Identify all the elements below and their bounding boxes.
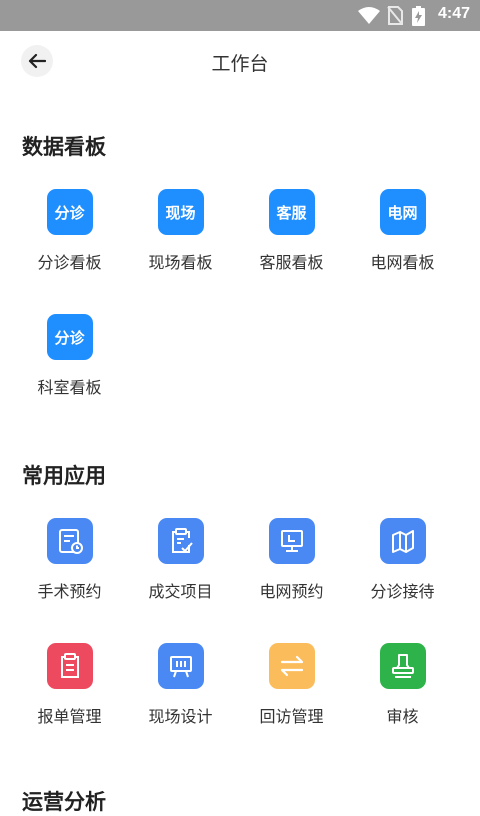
- stamp-icon: [379, 643, 426, 689]
- section-title-dashboard: 数据看板: [22, 135, 106, 159]
- dashboard-item-onsite[interactable]: 现场 现场看板: [125, 189, 236, 273]
- status-time: 4:47: [437, 5, 470, 22]
- dashboard-item-label: 分诊看板: [37, 253, 102, 272]
- swap-arrows-icon: [268, 643, 315, 689]
- app-onsite-design[interactable]: 现场设计: [125, 643, 236, 727]
- dashboard-item-network[interactable]: 电网 电网看板: [347, 189, 458, 273]
- app-label: 成交项目: [148, 582, 213, 601]
- app-label: 分诊接待: [370, 582, 435, 601]
- app-review[interactable]: 审核: [347, 643, 458, 727]
- dashboard-item-customer-service[interactable]: 客服 客服看板: [236, 189, 347, 273]
- app-label: 手术预约: [37, 582, 102, 601]
- app-surgery-appointment[interactable]: 手术预约: [14, 518, 125, 602]
- section-title-common-apps: 常用应用: [22, 464, 106, 488]
- page-title: 工作台: [211, 53, 269, 75]
- customer-service-tile-icon: 客服: [268, 189, 315, 235]
- calendar-clock-icon: [46, 518, 93, 564]
- header: 工作台: [0, 31, 480, 91]
- triage-tile-icon: 分诊: [46, 189, 93, 235]
- monitor-icon: [268, 518, 315, 564]
- app-order-management[interactable]: 报单管理: [14, 643, 125, 727]
- app-deal-items[interactable]: 成交项目: [125, 518, 236, 602]
- easel-icon: [157, 643, 204, 689]
- app-label: 审核: [386, 707, 419, 726]
- app-triage-reception[interactable]: 分诊接待: [347, 518, 458, 602]
- no-sim-icon: [387, 6, 403, 25]
- app-label: 报单管理: [37, 707, 102, 726]
- map-icon: [379, 518, 426, 564]
- app-label: 回访管理: [259, 707, 324, 726]
- dashboard-item-label: 现场看板: [148, 253, 213, 272]
- network-tile-icon: 电网: [379, 189, 426, 235]
- app-network-appointment[interactable]: 电网预约: [236, 518, 347, 602]
- dashboard-item-label: 客服看板: [259, 253, 324, 272]
- dashboard-item-triage[interactable]: 分诊 分诊看板: [14, 189, 125, 273]
- dashboard-item-department[interactable]: 分诊 科室看板: [14, 314, 125, 398]
- clipboard-check-icon: [157, 518, 204, 564]
- app-label: 电网预约: [259, 582, 324, 601]
- department-tile-icon: 分诊: [46, 314, 93, 360]
- battery-charging-icon: [412, 6, 425, 26]
- dashboard-item-label: 科室看板: [37, 378, 102, 397]
- wifi-icon: [358, 7, 380, 24]
- status-bar: 4:47: [0, 0, 480, 31]
- clipboard-icon: [46, 643, 93, 689]
- onsite-tile-icon: 现场: [157, 189, 204, 235]
- app-label: 现场设计: [148, 707, 213, 726]
- app-followup-management[interactable]: 回访管理: [236, 643, 347, 727]
- dashboard-item-label: 电网看板: [370, 253, 435, 272]
- section-title-operations-analysis: 运营分析: [22, 790, 106, 814]
